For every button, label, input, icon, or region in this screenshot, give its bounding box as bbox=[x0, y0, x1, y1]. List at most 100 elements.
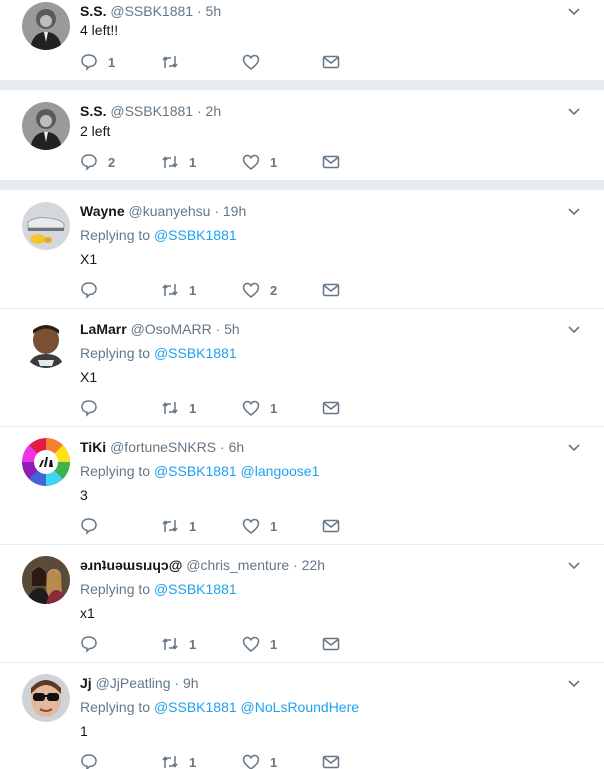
display-name[interactable]: ǝɹnʇuǝɯsıɹɥɔ@ bbox=[80, 557, 182, 573]
replying-to: Replying to @SSBK1881 bbox=[80, 227, 237, 243]
envelope-icon bbox=[322, 637, 340, 651]
message-action[interactable] bbox=[322, 152, 340, 172]
tweet-header: Jj @JjPeatling · 9h bbox=[80, 675, 199, 691]
chevron-down-icon[interactable] bbox=[566, 104, 582, 120]
timestamp[interactable]: 9h bbox=[183, 675, 199, 691]
reply-action[interactable] bbox=[80, 398, 108, 418]
message-action[interactable] bbox=[322, 516, 340, 536]
handle[interactable]: @SSBK1881 bbox=[110, 103, 193, 119]
handle[interactable]: @JjPeatling bbox=[96, 675, 171, 691]
tweet[interactable]: ǝɹnʇuǝɯsıɹɥɔ@ @chris_menture · 22h Reply… bbox=[0, 545, 604, 663]
message-action[interactable] bbox=[322, 52, 340, 72]
replying-to-label: Replying to bbox=[80, 227, 151, 243]
chevron-down-icon[interactable] bbox=[566, 676, 582, 692]
display-name[interactable]: Jj bbox=[80, 675, 92, 691]
mention-link[interactable]: @langoose1 bbox=[241, 463, 320, 479]
tweet[interactable]: Wayne @kuanyehsu · 19h Replying to @SSBK… bbox=[0, 190, 604, 309]
message-action[interactable] bbox=[322, 752, 340, 769]
timestamp[interactable]: 22h bbox=[302, 557, 325, 573]
display-name[interactable]: S.S. bbox=[80, 3, 106, 19]
replying-to-label: Replying to bbox=[80, 581, 151, 597]
reply-action[interactable] bbox=[80, 634, 108, 654]
mention-link[interactable]: @SSBK1881 bbox=[154, 463, 237, 479]
avatar[interactable] bbox=[22, 438, 70, 486]
handle[interactable]: @chris_menture bbox=[186, 557, 289, 573]
replying-to-label: Replying to bbox=[80, 463, 151, 479]
display-name[interactable]: Wayne bbox=[80, 203, 125, 219]
like-action[interactable]: 1 bbox=[242, 516, 277, 536]
avatar[interactable] bbox=[22, 674, 70, 722]
mention-link[interactable]: @SSBK1881 bbox=[154, 581, 237, 597]
timestamp[interactable]: 5h bbox=[206, 3, 222, 19]
timestamp[interactable]: 19h bbox=[223, 203, 246, 219]
retweet-action[interactable]: 1 bbox=[161, 516, 196, 536]
chevron-down-icon[interactable] bbox=[566, 322, 582, 338]
like-action[interactable]: 1 bbox=[242, 752, 277, 769]
tweet[interactable]: S.S. @SSBK1881 · 5h 4 left!! 1 bbox=[0, 0, 604, 80]
avatar[interactable] bbox=[22, 556, 70, 604]
handle[interactable]: @kuanyehsu bbox=[129, 203, 211, 219]
display-name[interactable]: TiKi bbox=[80, 439, 106, 455]
like-action[interactable]: 1 bbox=[242, 398, 277, 418]
retweet-action[interactable]: 1 bbox=[161, 152, 196, 172]
separator-dot: · bbox=[196, 3, 202, 19]
tweet-text: X1 bbox=[80, 369, 98, 385]
mention-link[interactable]: @SSBK1881 bbox=[154, 699, 237, 715]
retweet-count: 1 bbox=[189, 754, 197, 769]
avatar[interactable] bbox=[22, 2, 70, 50]
message-action[interactable] bbox=[322, 634, 340, 654]
timestamp[interactable]: 5h bbox=[224, 321, 240, 337]
handle[interactable]: @OsoMARR bbox=[131, 321, 212, 337]
like-action[interactable] bbox=[242, 52, 270, 72]
reply-action[interactable]: 2 bbox=[80, 152, 115, 172]
reply-action[interactable] bbox=[80, 752, 108, 769]
reply-action[interactable] bbox=[80, 516, 108, 536]
handle[interactable]: @SSBK1881 bbox=[110, 3, 193, 19]
retweet-action[interactable] bbox=[161, 52, 189, 72]
reply-icon bbox=[81, 154, 97, 171]
chevron-down-icon[interactable] bbox=[566, 4, 582, 20]
replying-to-label: Replying to bbox=[80, 345, 151, 361]
chevron-down-icon[interactable] bbox=[566, 440, 582, 456]
avatar[interactable] bbox=[22, 320, 70, 368]
retweet-action[interactable]: 1 bbox=[161, 280, 196, 300]
display-name[interactable]: S.S. bbox=[80, 103, 106, 119]
like-action[interactable]: 1 bbox=[242, 634, 277, 654]
mention-link[interactable]: @SSBK1881 bbox=[154, 227, 237, 243]
chevron-down-icon[interactable] bbox=[566, 204, 582, 220]
tweet-header: LaMarr @OsoMARR · 5h bbox=[80, 321, 240, 337]
tweet-header: Wayne @kuanyehsu · 19h bbox=[80, 203, 246, 219]
avatar[interactable] bbox=[22, 202, 70, 250]
chevron-down-icon[interactable] bbox=[566, 558, 582, 574]
retweet-icon bbox=[162, 156, 178, 168]
display-name[interactable]: LaMarr bbox=[80, 321, 127, 337]
retweet-count: 1 bbox=[189, 154, 197, 170]
retweet-action[interactable]: 1 bbox=[161, 752, 196, 769]
like-action[interactable]: 1 bbox=[242, 152, 277, 172]
message-action[interactable] bbox=[322, 280, 340, 300]
avatar[interactable] bbox=[22, 102, 70, 150]
handle[interactable]: @fortuneSNKRS bbox=[110, 439, 216, 455]
mention-link[interactable]: @NoLsRoundHere bbox=[241, 699, 360, 715]
separator-dot: · bbox=[293, 557, 298, 573]
message-action[interactable] bbox=[322, 398, 340, 418]
like-count: 1 bbox=[270, 636, 278, 652]
reply-count: 2 bbox=[108, 154, 116, 170]
retweet-action[interactable]: 1 bbox=[161, 634, 196, 654]
retweet-action[interactable]: 1 bbox=[161, 398, 196, 418]
replying-to: Replying to @SSBK1881 bbox=[80, 345, 237, 361]
tweet[interactable]: TiKi @fortuneSNKRS · 6h Replying to @SSB… bbox=[0, 427, 604, 545]
mention-link[interactable]: @SSBK1881 bbox=[154, 345, 237, 361]
tweet[interactable]: Jj @JjPeatling · 9h Replying to @SSBK188… bbox=[0, 663, 604, 769]
tweet-header: S.S. @SSBK1881 · 5h bbox=[80, 3, 221, 19]
tweet-text: X1 bbox=[80, 251, 98, 267]
timestamp[interactable]: 2h bbox=[206, 103, 222, 119]
reply-action[interactable]: 1 bbox=[80, 52, 115, 72]
tweet[interactable]: S.S. @SSBK1881 · 2h 2 left 2 1 1 bbox=[0, 90, 604, 180]
reply-action[interactable] bbox=[80, 280, 108, 300]
timestamp[interactable]: 6h bbox=[229, 439, 245, 455]
tweet[interactable]: LaMarr @OsoMARR · 5h Replying to @SSBK18… bbox=[0, 309, 604, 427]
like-count: 1 bbox=[270, 400, 278, 416]
like-action[interactable]: 2 bbox=[242, 280, 277, 300]
retweet-icon bbox=[162, 402, 178, 414]
